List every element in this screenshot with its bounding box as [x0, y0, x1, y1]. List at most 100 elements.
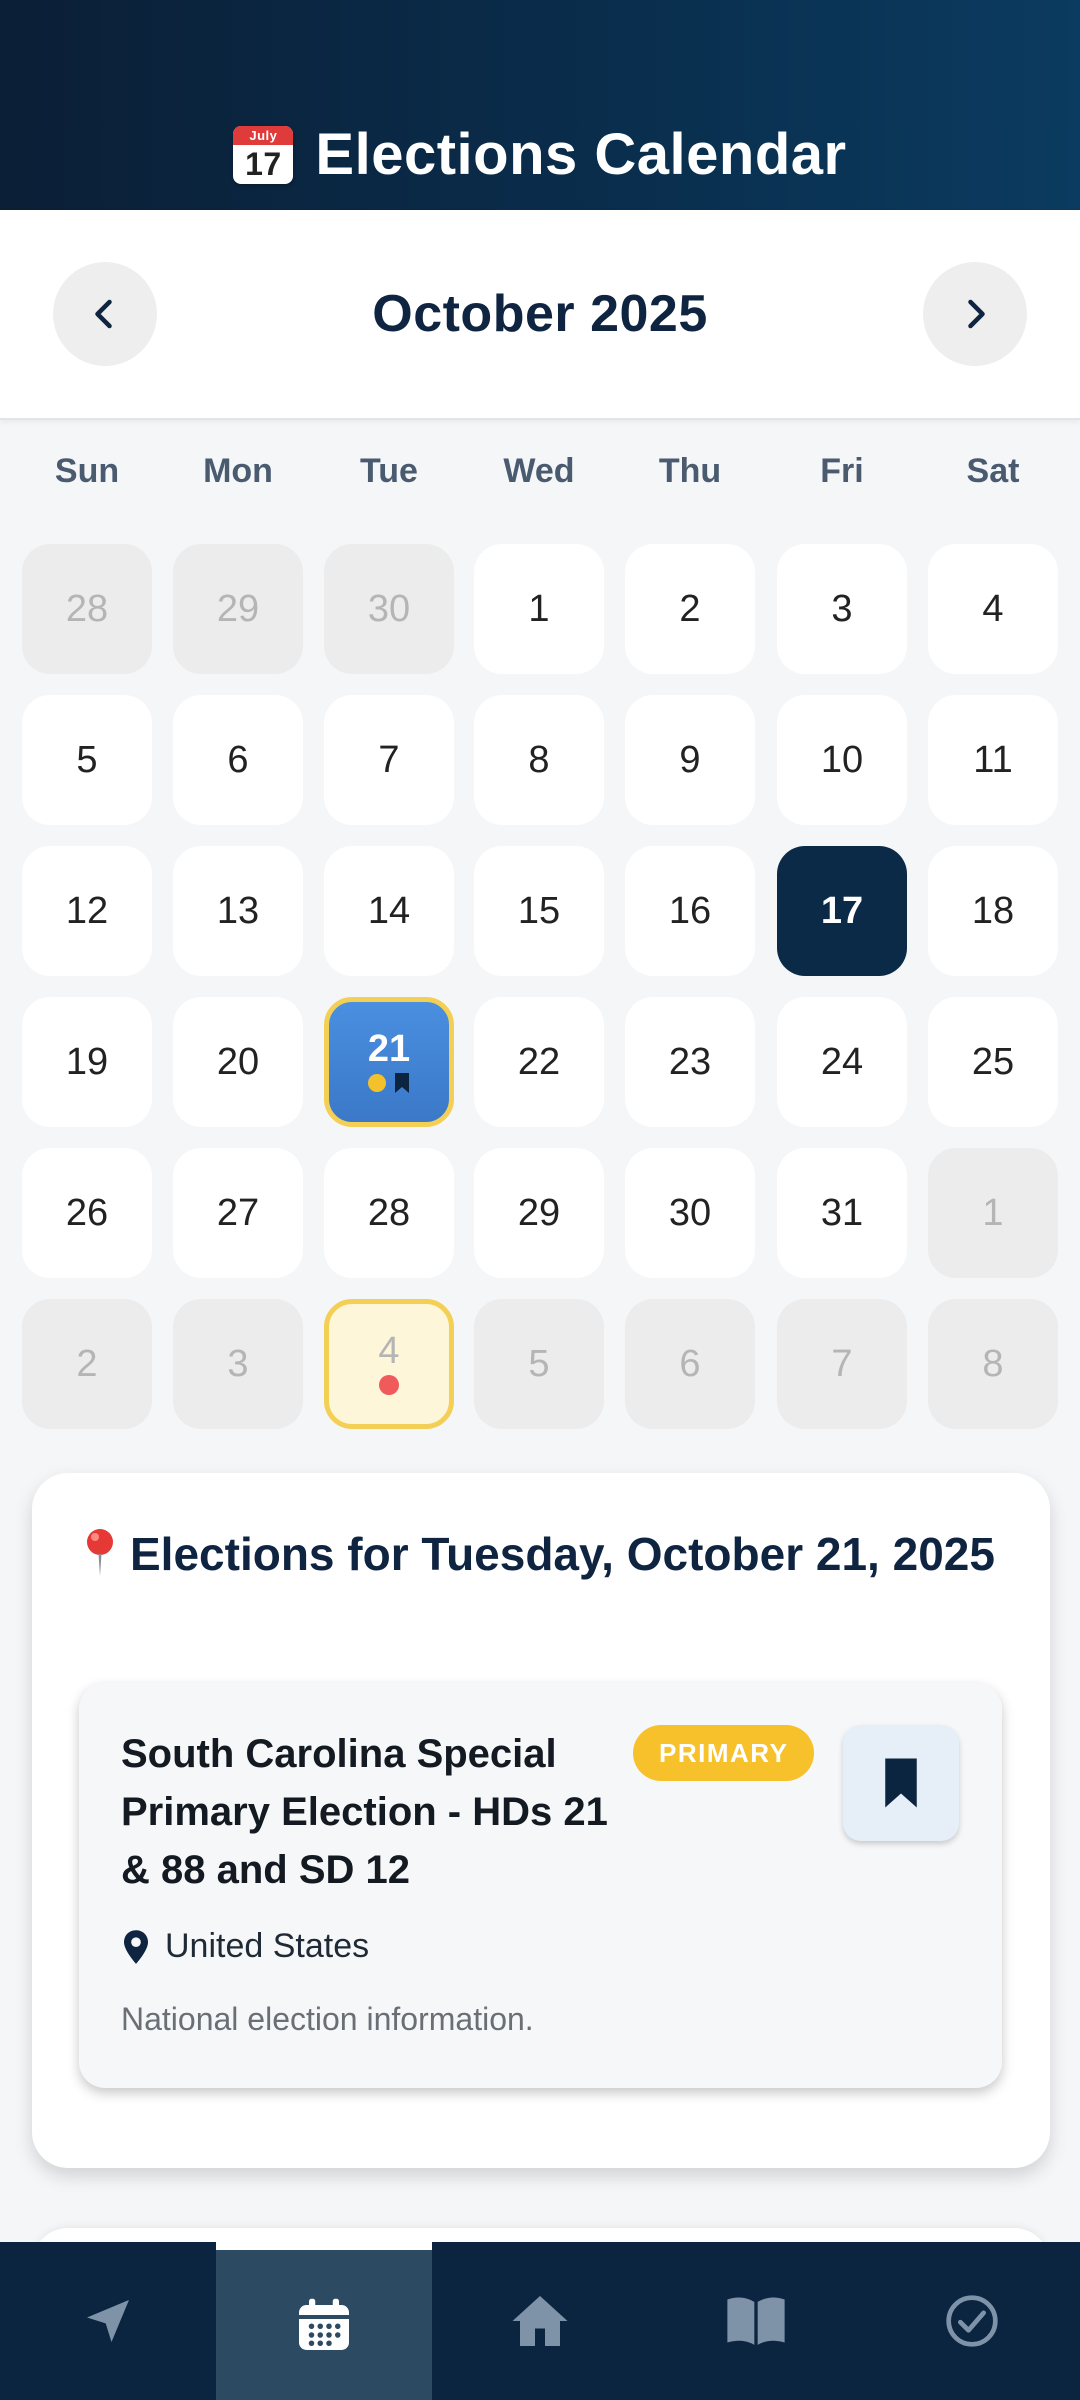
- calendar-day-cell[interactable]: 27: [173, 1148, 303, 1278]
- event-markers: [379, 1374, 399, 1396]
- calendar-day-cell[interactable]: 3: [173, 1299, 303, 1429]
- calendar-icon: [299, 2298, 349, 2350]
- calendar-day-cell[interactable]: 15: [474, 846, 604, 976]
- calendar-day-number: 30: [668, 1192, 712, 1234]
- calendar-day-cell[interactable]: 22: [474, 997, 604, 1127]
- navigation-arrow-icon: [87, 2300, 129, 2342]
- event-markers: [368, 1072, 410, 1094]
- calendar-day-cell[interactable]: 18: [928, 846, 1058, 976]
- calendar-day-number: 7: [378, 739, 400, 781]
- calendar-day-number: 15: [517, 890, 561, 932]
- calendar-day-number: 18: [971, 890, 1015, 932]
- calendar-day-cell[interactable]: 30: [625, 1148, 755, 1278]
- election-title: South Carolina Special Primary Election …: [121, 1732, 608, 1892]
- calendar-day-cell[interactable]: 28: [22, 544, 152, 674]
- calendar-day-number: 6: [227, 739, 249, 781]
- calendar-day-number: 31: [820, 1192, 864, 1234]
- calendar-day-number: 26: [65, 1192, 109, 1234]
- calendar-day-cell[interactable]: 8: [474, 695, 604, 825]
- nav-item-home[interactable]: [432, 2242, 648, 2400]
- calendar-day-cell[interactable]: 9: [625, 695, 755, 825]
- calendar-day-number: 13: [216, 890, 260, 932]
- calendar-grid: 28 29 30 1 2 3 4 5 6 7 8 9 10 11 12 13 14 15 16 17 18 19 20 21 2…: [0, 0, 1080, 1450]
- calendar-day-cell[interactable]: 28: [324, 1148, 454, 1278]
- calendar-day-cell[interactable]: 2: [22, 1299, 152, 1429]
- calendar-day-number: 1: [528, 588, 550, 630]
- calendar-day-cell[interactable]: 17: [777, 846, 907, 976]
- calendar-day-number: 3: [831, 588, 853, 630]
- calendar-day-cell[interactable]: 13: [173, 846, 303, 976]
- calendar-day-number: 4: [378, 1330, 400, 1372]
- calendar-day-cell[interactable]: 6: [625, 1299, 755, 1429]
- election-location-text: United States: [165, 1927, 370, 1965]
- calendar-day-cell[interactable]: 31: [777, 1148, 907, 1278]
- election-description: National election information.: [121, 2001, 534, 2037]
- calendar-day-cell[interactable]: 7: [324, 695, 454, 825]
- calendar-day-number: 28: [65, 588, 109, 630]
- nav-item-calendar[interactable]: [216, 2242, 432, 2400]
- calendar-day-cell[interactable]: 11: [928, 695, 1058, 825]
- nav-item-guide[interactable]: [648, 2242, 864, 2400]
- calendar-day-cell[interactable]: 1: [474, 544, 604, 674]
- calendar-day-number: 9: [679, 739, 701, 781]
- calendar-day-cell[interactable]: 4: [324, 1299, 454, 1429]
- nav-item-checklist[interactable]: [864, 2242, 1080, 2400]
- calendar-day-cell[interactable]: 1: [928, 1148, 1058, 1278]
- calendar-day-number: 2: [76, 1343, 98, 1385]
- calendar-day-number: 6: [679, 1343, 701, 1385]
- check-circle-icon: [946, 2295, 998, 2347]
- home-icon: [512, 2296, 568, 2346]
- calendar-day-cell[interactable]: 3: [777, 544, 907, 674]
- election-card[interactable]: South Carolina Special Primary Election …: [79, 1683, 1002, 2088]
- event-dot-icon: [379, 1375, 399, 1395]
- calendar-day-cell[interactable]: 30: [324, 544, 454, 674]
- calendar-day-number: 8: [982, 1343, 1004, 1385]
- calendar-day-cell[interactable]: 24: [777, 997, 907, 1127]
- calendar-day-number: 25: [971, 1041, 1015, 1083]
- calendar-day-cell[interactable]: 4: [928, 544, 1058, 674]
- calendar-day-number: 14: [367, 890, 411, 932]
- calendar-day-cell[interactable]: 8: [928, 1299, 1058, 1429]
- calendar-day-number: 5: [528, 1343, 550, 1385]
- calendar-day-number: 8: [528, 739, 550, 781]
- calendar-day-cell[interactable]: 5: [474, 1299, 604, 1429]
- calendar-day-number: 28: [367, 1192, 411, 1234]
- calendar-day-number: 5: [76, 739, 98, 781]
- calendar-day-cell[interactable]: 14: [324, 846, 454, 976]
- bookmark-button[interactable]: [843, 1725, 959, 1841]
- calendar-day-cell[interactable]: 10: [777, 695, 907, 825]
- calendar-day-cell[interactable]: 5: [22, 695, 152, 825]
- calendar-day-number: 20: [216, 1041, 260, 1083]
- nav-item-navigate[interactable]: [0, 2242, 216, 2400]
- calendar-day-number: 17: [820, 890, 864, 932]
- calendar-day-cell[interactable]: 26: [22, 1148, 152, 1278]
- calendar-day-cell[interactable]: 6: [173, 695, 303, 825]
- calendar-day-cell[interactable]: 7: [777, 1299, 907, 1429]
- calendar-day-number: 29: [517, 1192, 561, 1234]
- app-root: July 17 Elections Calendar October 2025 …: [0, 0, 1080, 2400]
- calendar-day-cell[interactable]: 21: [324, 997, 454, 1127]
- calendar-day-number: 16: [668, 890, 712, 932]
- bookmark-icon: [395, 1073, 409, 1093]
- calendar-day-number: 23: [668, 1041, 712, 1083]
- pin-icon: [87, 1529, 113, 1576]
- calendar-day-cell[interactable]: 25: [928, 997, 1058, 1127]
- location-pin-icon: [124, 1929, 148, 1964]
- calendar-day-cell[interactable]: 12: [22, 846, 152, 976]
- calendar-day-cell[interactable]: 29: [173, 544, 303, 674]
- calendar-day-cell[interactable]: 16: [625, 846, 755, 976]
- election-type-badge: PRIMARY: [633, 1725, 815, 1781]
- calendar-day-cell[interactable]: 29: [474, 1148, 604, 1278]
- calendar-day-number: 12: [65, 890, 109, 932]
- calendar-day-cell[interactable]: 19: [22, 997, 152, 1127]
- calendar-day-number: 3: [227, 1343, 249, 1385]
- event-dot-icon: [368, 1074, 386, 1092]
- calendar-day-cell[interactable]: 20: [173, 997, 303, 1127]
- calendar-day-cell[interactable]: 2: [625, 544, 755, 674]
- calendar-day-number: 10: [820, 739, 864, 781]
- calendar-day-number: 29: [216, 588, 260, 630]
- calendar-day-cell[interactable]: 23: [625, 997, 755, 1127]
- bookmark-icon: [885, 1758, 917, 1808]
- calendar-day-number: 30: [367, 588, 411, 630]
- calendar-day-number: 7: [831, 1343, 853, 1385]
